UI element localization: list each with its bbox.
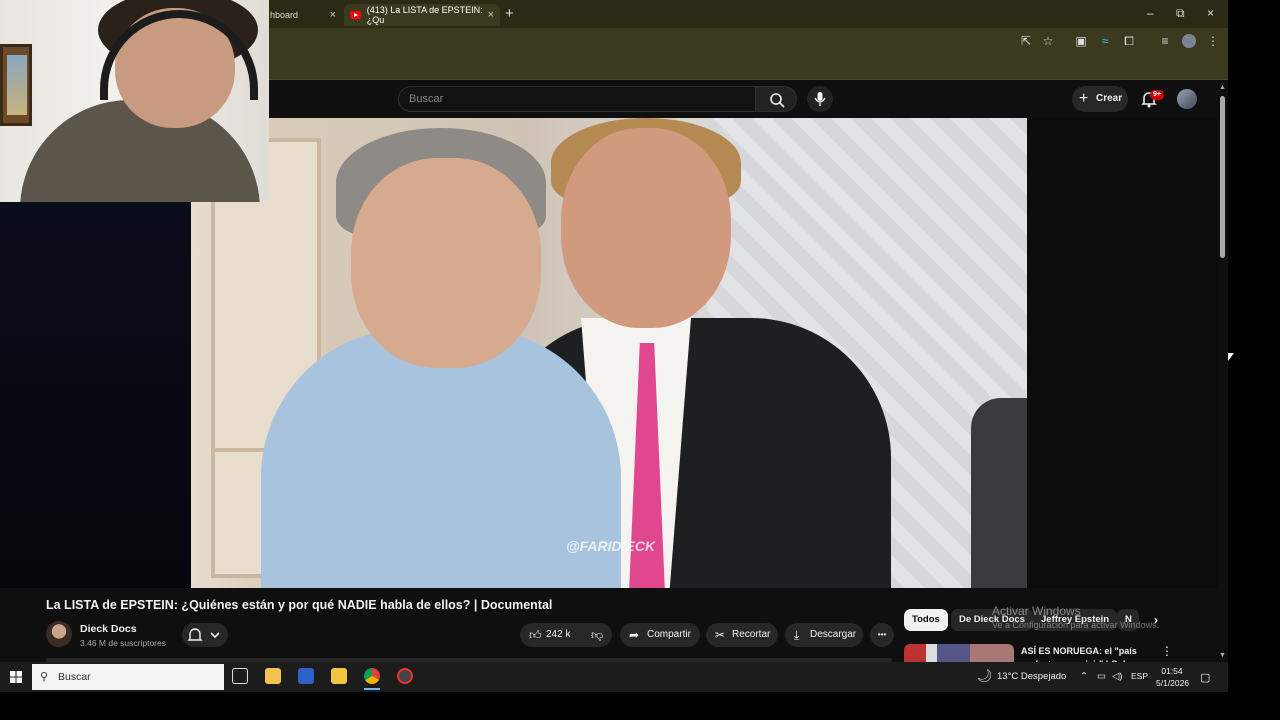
account-avatar[interactable] bbox=[1177, 89, 1197, 109]
share-icon: ➦ bbox=[629, 628, 640, 642]
extensions-puzzle-icon[interactable]: ⧠ bbox=[1122, 34, 1136, 48]
channel-name[interactable]: Dieck Docs bbox=[80, 623, 137, 635]
video-title: La LISTA de EPSTEIN: ¿Quiénes están y po… bbox=[46, 598, 553, 612]
restore-button[interactable]: ⧉ bbox=[1176, 6, 1185, 21]
channel-avatar[interactable] bbox=[46, 621, 72, 647]
taskbar-clock[interactable]: 01:54 5/1/2026 bbox=[1156, 665, 1190, 689]
video-player[interactable]: @FARIDIECK bbox=[191, 118, 1027, 588]
task-view-icon[interactable] bbox=[232, 668, 248, 684]
chrome-menu-icon[interactable]: ⋮ bbox=[1206, 34, 1220, 48]
obs-icon[interactable] bbox=[397, 668, 413, 684]
theater-left-background bbox=[0, 202, 191, 588]
thumbs-up-icon: 👍︎ bbox=[529, 628, 542, 642]
windows-start-icon[interactable] bbox=[10, 671, 22, 683]
clock-time: 01:54 bbox=[1161, 666, 1183, 676]
windows-activation-title: Activar Windows bbox=[992, 604, 1081, 618]
share-label: Compartir bbox=[647, 629, 691, 640]
share-button[interactable]: ➦ Compartir bbox=[620, 623, 700, 647]
media-controls-icon[interactable]: ≡ bbox=[1158, 34, 1172, 48]
clip-label: Recortar bbox=[732, 629, 771, 640]
create-button[interactable]: + Crear bbox=[1072, 86, 1128, 112]
chip-all[interactable]: Todos bbox=[904, 609, 948, 631]
bookmark-star-icon[interactable]: ☆ bbox=[1041, 34, 1055, 48]
download-icon: ⤓ bbox=[794, 628, 800, 642]
search-input[interactable]: Buscar bbox=[398, 86, 756, 112]
taskbar-search-input[interactable]: ⚲ Buscar bbox=[32, 664, 224, 690]
video-frame-face-right bbox=[561, 128, 731, 328]
weather-text[interactable]: 13°C Despejado bbox=[997, 671, 1066, 682]
scrollbar-thumb[interactable] bbox=[1220, 96, 1225, 258]
new-tab-button[interactable]: + bbox=[505, 5, 514, 22]
tab-dashboard[interactable]: hboard × bbox=[262, 4, 342, 26]
scroll-up-icon[interactable]: ▲ bbox=[1219, 84, 1226, 91]
video-frame-figure-edge bbox=[971, 398, 1027, 588]
recommendation-title[interactable]: ASÍ ES NORUEGA: el "país perfecto para v… bbox=[1021, 645, 1151, 662]
webcam-overlay bbox=[0, 0, 269, 202]
tab-youtube-video[interactable]: (413) La LISTA de EPSTEIN: ¿Qu × bbox=[344, 4, 500, 26]
search-icon: ⚲ bbox=[40, 671, 49, 683]
video-watermark: @FARIDIECK bbox=[566, 538, 656, 554]
bell-icon bbox=[187, 628, 220, 641]
youtube-favicon-icon bbox=[350, 11, 361, 19]
search-button[interactable] bbox=[755, 86, 797, 112]
translate-extension-icon[interactable]: ≈ bbox=[1098, 34, 1112, 48]
taskbar-search-placeholder: Buscar bbox=[58, 671, 91, 683]
subscription-bell-button[interactable] bbox=[182, 623, 228, 647]
profile-avatar-icon[interactable] bbox=[1182, 34, 1196, 48]
chrome-icon[interactable] bbox=[364, 668, 380, 684]
moon-weather-icon[interactable]: 🌙︎ bbox=[976, 668, 993, 684]
scroll-down-icon[interactable]: ▼ bbox=[1219, 652, 1226, 659]
wall-painting bbox=[0, 44, 32, 126]
more-actions-button[interactable]: ••• bbox=[870, 623, 894, 647]
recommendation-thumbnail[interactable] bbox=[904, 644, 1014, 662]
tab-close-icon[interactable]: × bbox=[488, 9, 494, 21]
voice-search-button[interactable] bbox=[807, 86, 833, 112]
tab-label: (413) La LISTA de EPSTEIN: ¿Qu bbox=[366, 5, 483, 25]
clock-date: 5/1/2026 bbox=[1156, 678, 1190, 688]
search-icon bbox=[770, 93, 785, 108]
extension-icon[interactable]: ▣ bbox=[1074, 34, 1088, 48]
close-window-button[interactable]: × bbox=[1207, 6, 1214, 20]
screen: hboard × (413) La LISTA de EPSTEIN: ¿Qu … bbox=[0, 0, 1280, 720]
subscriber-count: 3.46 M de suscriptores bbox=[80, 638, 166, 648]
clip-button[interactable]: ✂ Recortar bbox=[706, 623, 778, 647]
download-label: Descargar bbox=[810, 629, 857, 640]
notification-count-badge: 9+ bbox=[1150, 90, 1164, 100]
active-app-indicator bbox=[364, 688, 380, 690]
microphone-icon bbox=[814, 92, 826, 106]
word-icon[interactable] bbox=[298, 668, 314, 684]
microsoft-store-icon[interactable] bbox=[265, 668, 281, 684]
notification-center-icon[interactable]: ▢ bbox=[1200, 671, 1210, 684]
theater-right-background bbox=[1027, 118, 1218, 588]
mouse-cursor-icon bbox=[1228, 353, 1234, 361]
dislike-button[interactable]: 👎︎ bbox=[582, 623, 612, 647]
minimize-button[interactable]: – bbox=[1147, 6, 1154, 20]
download-button[interactable]: ⤓ Descargar bbox=[785, 623, 863, 647]
tab-close-icon[interactable]: × bbox=[330, 9, 336, 21]
chevron-up-icon[interactable]: ⌃ bbox=[1080, 671, 1088, 682]
windows-activation-subtitle: Ve a Configuración para activar Windows. bbox=[992, 620, 1160, 630]
network-icon[interactable]: ▭ bbox=[1097, 671, 1106, 682]
tab-label: hboard bbox=[270, 10, 299, 20]
video-frame-face-left bbox=[351, 158, 541, 368]
recommendation-menu-icon[interactable]: ⋮ bbox=[1161, 644, 1173, 658]
plus-icon: + bbox=[1079, 90, 1089, 107]
thumbs-down-icon: 👎︎ bbox=[591, 628, 604, 642]
install-app-icon[interactable]: ⇱ bbox=[1019, 34, 1033, 48]
like-count: 242 k bbox=[546, 629, 571, 640]
language-indicator[interactable]: ESP bbox=[1131, 671, 1148, 681]
create-label: Crear bbox=[1096, 93, 1123, 104]
volume-icon[interactable]: ◁) bbox=[1112, 671, 1122, 682]
file-explorer-icon[interactable] bbox=[331, 668, 347, 684]
scissors-icon: ✂ bbox=[715, 628, 726, 642]
